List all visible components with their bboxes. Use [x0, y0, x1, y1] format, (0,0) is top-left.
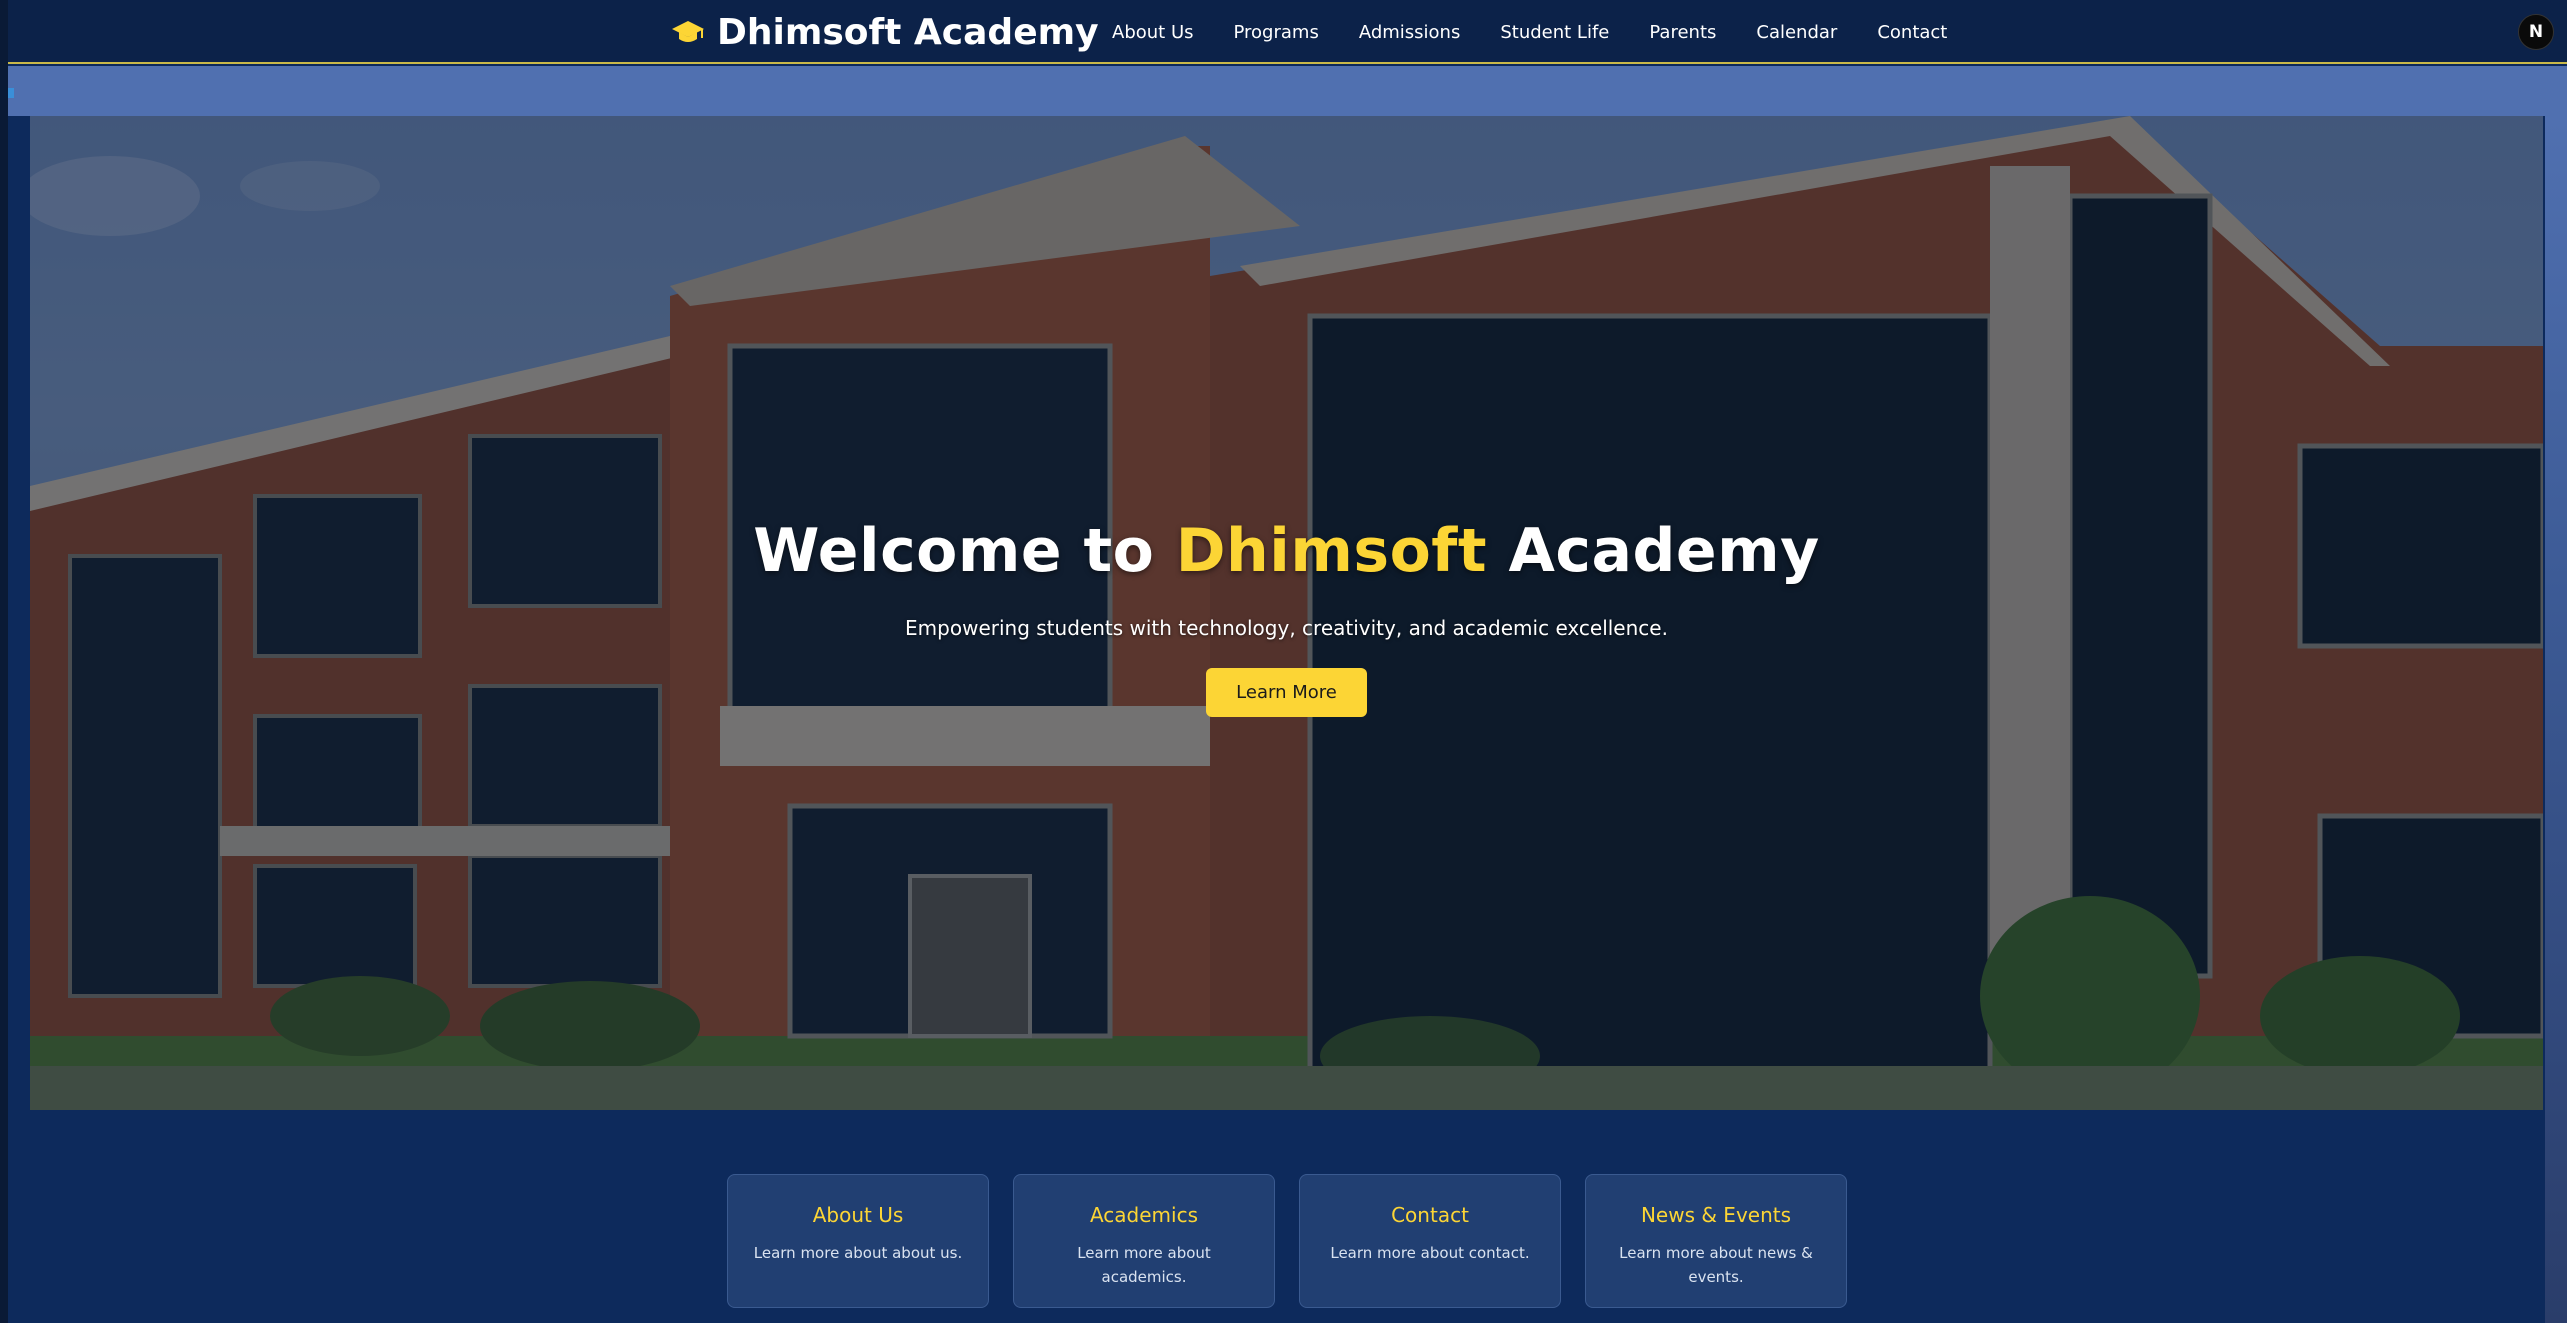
nav-programs[interactable]: Programs: [1234, 22, 1319, 43]
card-title: Academics: [1089, 1203, 1199, 1227]
learn-more-button[interactable]: Learn More: [1206, 668, 1367, 717]
card-about-us[interactable]: About Us Learn more about about us.: [727, 1174, 989, 1308]
card-text: Learn more about about us.: [753, 1244, 963, 1262]
nav-contact[interactable]: Contact: [1877, 22, 1947, 43]
nav-calendar[interactable]: Calendar: [1756, 22, 1837, 43]
hero-title: Welcome to Dhimsoft Academy: [30, 516, 2543, 586]
band-marker: [8, 88, 14, 98]
nav-admissions[interactable]: Admissions: [1359, 22, 1461, 43]
brand-name: Dhimsoft Academy: [717, 11, 1099, 53]
info-cards: About Us Learn more about about us. Acad…: [727, 1174, 1847, 1308]
n-badge-button[interactable]: N: [2518, 14, 2554, 50]
card-title: News & Events: [1640, 1203, 1792, 1227]
nav-student-life[interactable]: Student Life: [1500, 22, 1609, 43]
left-edge-strip: [0, 0, 8, 1323]
card-title: Contact: [1391, 1203, 1469, 1227]
card-title: About Us: [812, 1203, 904, 1227]
hero-title-suffix: Academy: [1508, 516, 1820, 586]
hero-title-accent: Dhimsoft: [1175, 516, 1488, 586]
graduation-cap-icon: [672, 21, 704, 42]
nav-about-us[interactable]: About Us: [1112, 22, 1194, 43]
hero-content: Welcome to Dhimsoft Academy Empowering s…: [30, 516, 2543, 717]
card-text: Learn more about news & events.: [1619, 1244, 1813, 1286]
nav-parents[interactable]: Parents: [1649, 22, 1716, 43]
brand-logo[interactable]: Dhimsoft Academy: [671, 10, 1099, 54]
card-academics[interactable]: Academics Learn more about academics.: [1013, 1174, 1275, 1308]
right-edge-decoration: [2545, 116, 2567, 1323]
card-text: Learn more about contact.: [1330, 1244, 1530, 1262]
card-news-events[interactable]: News & Events Learn more about news & ev…: [1585, 1174, 1847, 1308]
hero-top-band: [8, 66, 2567, 116]
top-navbar: Dhimsoft Academy About Us Programs Admis…: [8, 0, 2567, 64]
hero-subtitle: Empowering students with technology, cre…: [905, 616, 1668, 640]
hero-title-prefix: Welcome to: [753, 516, 1155, 586]
hero-section: Welcome to Dhimsoft Academy Empowering s…: [30, 116, 2543, 1110]
card-text: Learn more about academics.: [1077, 1244, 1211, 1286]
card-contact[interactable]: Contact Learn more about contact.: [1299, 1174, 1561, 1308]
main-nav: About Us Programs Admissions Student Lif…: [1112, 0, 1947, 64]
